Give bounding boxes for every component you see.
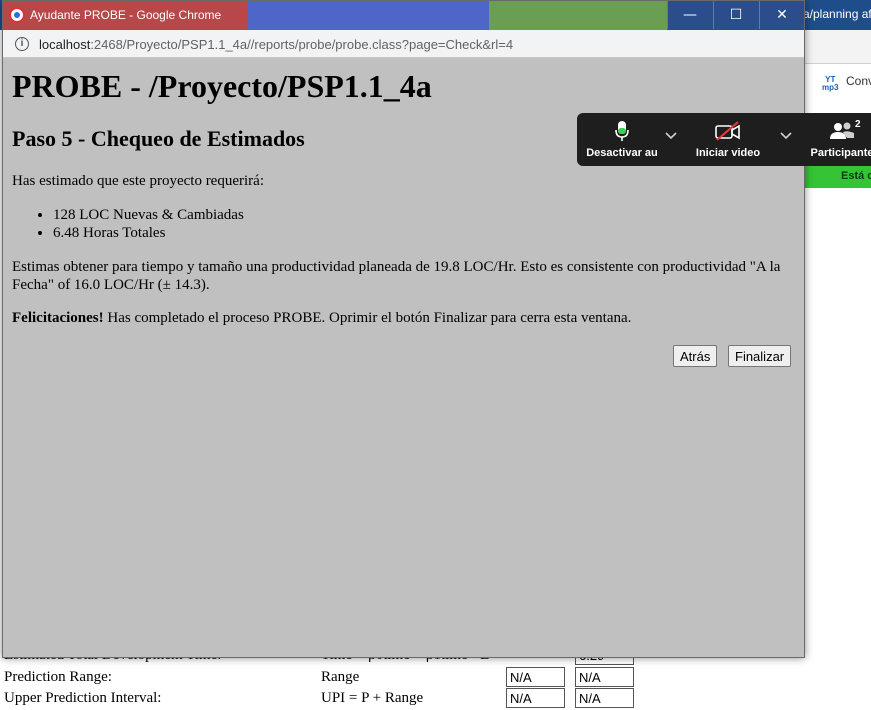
maximize-button[interactable]: ☐ [713, 1, 758, 29]
titlebar-segment [489, 1, 667, 30]
window-titlebar[interactable]: Ayudante PROBE - Google Chrome — ☐ ✕ [3, 1, 804, 30]
start-video-button[interactable]: Iniciar video [695, 120, 761, 159]
step-heading: Paso 5 - Chequeo de Estimados [12, 126, 305, 151]
window-title: Ayudante PROBE - Google Chrome [30, 8, 222, 22]
row-label: Prediction Range: [4, 669, 112, 685]
table-row: Prediction Range: Range N/A N/A [0, 667, 871, 688]
participants-label: Participante [810, 147, 871, 159]
row-value-field[interactable]: N/A [506, 667, 565, 687]
microphone-icon [583, 120, 661, 144]
address-bar[interactable]: i localhost:2468/Proyecto/PSP1.1_4a//rep… [3, 30, 804, 58]
chrome-app-icon [9, 7, 25, 23]
congrats-rest: Has completado el proceso PROBE. Oprimir… [103, 310, 632, 326]
zoom-meeting-toolbar: Desactivar au Iniciar video Participante… [577, 113, 871, 166]
url-host: localhost [39, 37, 91, 52]
finish-button[interactable]: Finalizar [728, 345, 792, 367]
congrats-text: Felicitaciones! Has completado el proces… [12, 310, 631, 327]
video-off-icon [695, 120, 761, 144]
row-value-field[interactable]: N/A [575, 667, 634, 687]
row-formula: Range [321, 669, 360, 685]
estimates-list: 128 LOC Nuevas & Cambiadas 6.48 Horas To… [53, 206, 244, 242]
minimize-button[interactable]: — [667, 1, 712, 29]
background-tab-title[interactable]: a/planning af [803, 7, 871, 21]
mute-label: Desactivar au [586, 147, 658, 159]
table-row: Upper Prediction Interval: UPI = P + Ran… [0, 688, 871, 709]
participants-icon [807, 120, 871, 144]
close-button[interactable]: ✕ [759, 1, 804, 29]
bookmark-conv[interactable]: Conv [846, 74, 871, 88]
url-path: :2468/Proyecto/PSP1.1_4a//reports/probe/… [90, 37, 514, 52]
intro-text: Has estimado que este proyecto requerirá… [12, 173, 264, 189]
titlebar-segment [247, 1, 489, 30]
participants-button[interactable]: Participante [807, 120, 871, 159]
url-text[interactable]: localhost:2468/Proyecto/PSP1.1_4a//repor… [39, 37, 513, 52]
video-label: Iniciar video [695, 147, 761, 159]
chevron-down-icon[interactable] [665, 129, 677, 143]
background-toolbar [803, 30, 871, 64]
list-item: 128 LOC Nuevas & Cambiadas [53, 206, 244, 224]
yt-mp3-icon[interactable]: YT mp3 [822, 76, 838, 92]
row-formula: UPI = P + Range [321, 690, 424, 706]
mute-audio-button[interactable]: Desactivar au [583, 120, 661, 159]
productivity-text: Estimas obtener para tiempo y tamaño una… [12, 259, 781, 293]
row-label: Upper Prediction Interval: [4, 690, 162, 706]
row-value-field[interactable]: N/A [506, 688, 565, 708]
back-button[interactable]: Atrás [673, 345, 718, 367]
congrats-bold: Felicitaciones! [12, 310, 104, 326]
page-title: PROBE - /Proyecto/PSP1.1_4a [12, 68, 432, 104]
list-item: 6.48 Horas Totales [53, 224, 244, 242]
info-icon[interactable]: i [15, 37, 29, 51]
row-value-field[interactable]: N/A [575, 688, 634, 708]
probe-popup-window: Ayudante PROBE - Google Chrome — ☐ ✕ i l… [2, 0, 805, 658]
zoom-banner-text: Está c [841, 170, 871, 182]
chevron-down-icon[interactable] [780, 129, 792, 143]
participants-count: 2 [855, 119, 861, 130]
